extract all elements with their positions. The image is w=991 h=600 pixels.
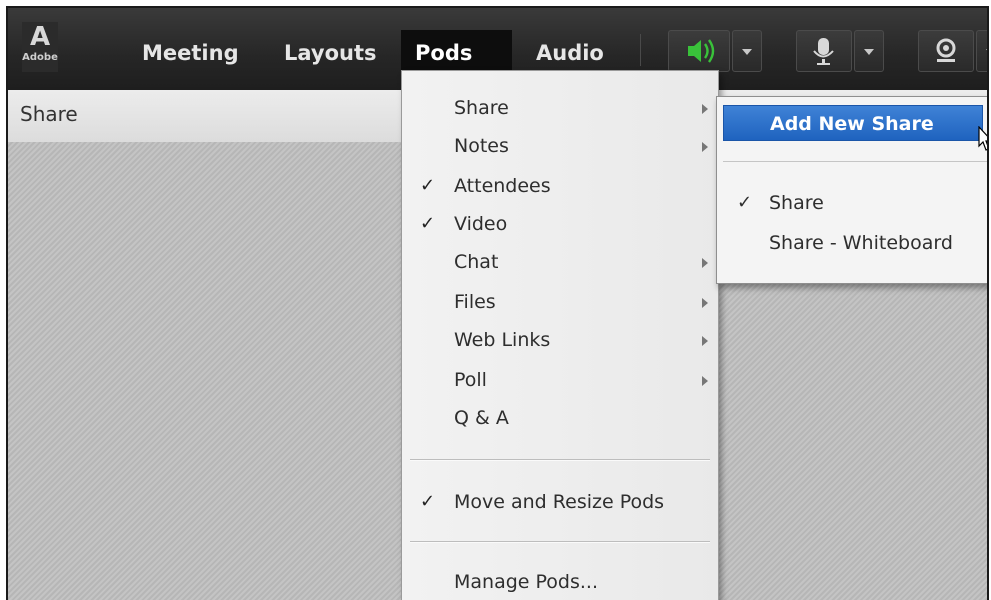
pods-menu-item-move-resize[interactable]: ✓ Move and Resize Pods bbox=[402, 483, 718, 521]
add-new-share-item[interactable]: Add New Share bbox=[723, 105, 983, 141]
menu-item-label: Files bbox=[454, 291, 496, 313]
chevron-down-icon bbox=[742, 49, 752, 55]
microphone-dropdown-button[interactable] bbox=[854, 30, 884, 72]
checkmark-icon: ✓ bbox=[420, 491, 436, 512]
menu-item-label: Web Links bbox=[454, 329, 551, 351]
meeting-window: A Adobe Meeting Layouts Pods Audio Share… bbox=[6, 6, 989, 600]
menu-item-label: Chat bbox=[454, 251, 499, 273]
menu-divider bbox=[410, 541, 710, 543]
menu-item-label: Attendees bbox=[454, 175, 551, 197]
chevron-down-icon bbox=[864, 49, 874, 55]
menu-divider bbox=[723, 161, 987, 162]
pods-menu-item-manage[interactable]: Manage Pods... bbox=[402, 563, 718, 600]
pods-menu-item-q-and-a[interactable]: Q & A bbox=[402, 399, 718, 437]
pods-menu-item-video[interactable]: ✓ Video bbox=[402, 205, 718, 243]
webcam-dropdown-button[interactable] bbox=[976, 30, 987, 72]
menu-item-label: Notes bbox=[454, 135, 509, 157]
pods-menu-item-poll[interactable]: Poll bbox=[402, 361, 718, 399]
menu-layouts[interactable]: Layouts bbox=[270, 30, 391, 76]
webcam-button[interactable] bbox=[918, 30, 974, 72]
pods-menu-item-chat[interactable]: Chat bbox=[402, 243, 718, 281]
menu-item-label: Q & A bbox=[454, 407, 509, 429]
pods-menu-item-share[interactable]: Share bbox=[402, 89, 718, 127]
adobe-logo-mark: A bbox=[29, 22, 51, 52]
chevron-down-icon bbox=[986, 49, 987, 55]
menu-item-label: Poll bbox=[454, 369, 487, 391]
menu-item-label: Move and Resize Pods bbox=[454, 491, 665, 513]
speaker-icon bbox=[688, 39, 715, 63]
menu-item-label: Manage Pods... bbox=[454, 571, 598, 593]
checkmark-icon: ✓ bbox=[420, 213, 436, 234]
share-pod-title: Share bbox=[20, 102, 78, 126]
checkmark-icon: ✓ bbox=[737, 192, 753, 213]
adobe-logo-word: Adobe bbox=[22, 52, 58, 63]
submenu-arrow-icon bbox=[702, 376, 708, 386]
menu-meeting[interactable]: Meeting bbox=[128, 30, 253, 76]
menu-item-label: Share - Whiteboard bbox=[769, 232, 953, 254]
submenu-arrow-icon bbox=[702, 258, 708, 268]
pods-menu-item-web-links[interactable]: Web Links bbox=[402, 321, 718, 359]
submenu-arrow-icon bbox=[702, 142, 708, 152]
submenu-arrow-icon bbox=[702, 104, 708, 114]
pods-menu-item-files[interactable]: Files bbox=[402, 283, 718, 321]
share-submenu-item-whiteboard[interactable]: Share - Whiteboard bbox=[717, 225, 987, 261]
adobe-logo: A Adobe bbox=[22, 22, 58, 72]
webcam-icon bbox=[936, 38, 956, 62]
share-submenu-item-share[interactable]: ✓ Share bbox=[717, 185, 987, 221]
pods-menu-item-attendees[interactable]: ✓ Attendees bbox=[402, 167, 718, 205]
menubar-separator bbox=[640, 34, 641, 66]
menu-divider bbox=[410, 459, 710, 461]
submenu-arrow-icon bbox=[702, 336, 708, 346]
share-submenu: Add New Share ✓ Share Share - Whiteboard bbox=[716, 96, 987, 284]
speaker-button[interactable] bbox=[668, 30, 730, 72]
pods-menu: Share Notes ✓ Attendees ✓ Video Chat Fil… bbox=[401, 70, 719, 600]
microphone-button[interactable] bbox=[796, 30, 852, 72]
menu-item-label: Share bbox=[769, 192, 824, 214]
pods-menu-item-notes[interactable]: Notes bbox=[402, 127, 718, 165]
menu-item-label: Video bbox=[454, 213, 508, 235]
submenu-arrow-icon bbox=[702, 298, 708, 308]
menu-item-label: Share bbox=[454, 97, 509, 119]
speaker-dropdown-button[interactable] bbox=[732, 30, 762, 72]
checkmark-icon: ✓ bbox=[420, 175, 436, 196]
microphone-icon bbox=[813, 38, 834, 65]
mouse-cursor-icon bbox=[978, 126, 987, 151]
